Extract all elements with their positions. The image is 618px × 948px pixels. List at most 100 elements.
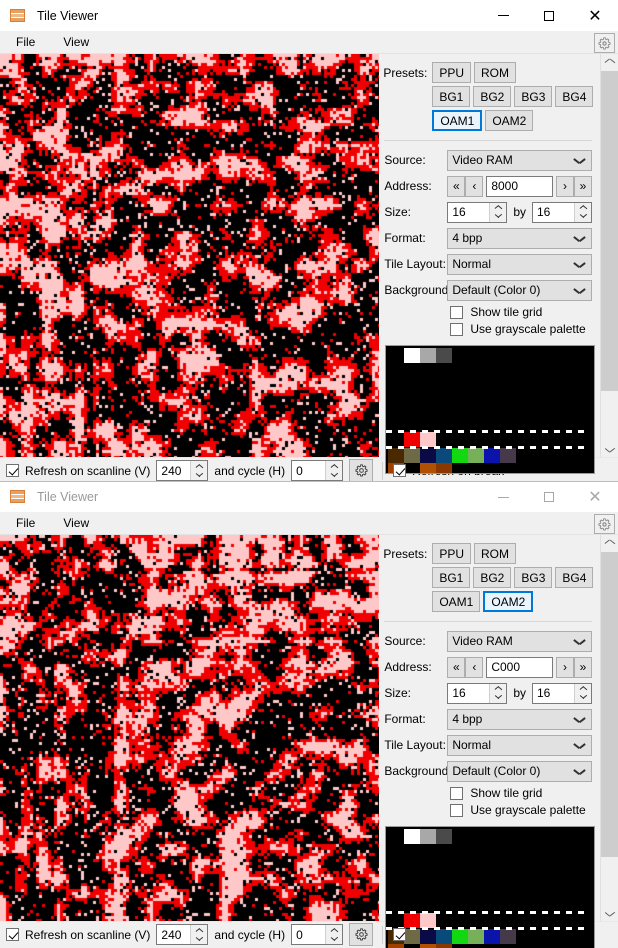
tile-layout-select[interactable]: Normal xyxy=(447,253,592,275)
address-next-button[interactable]: › xyxy=(556,175,574,197)
scroll-thumb[interactable] xyxy=(601,552,618,857)
grayscale-palette-checkbox[interactable] xyxy=(450,322,464,336)
palette-swatch[interactable] xyxy=(420,929,437,944)
show-tile-grid-checkbox[interactable] xyxy=(450,786,464,800)
tile-viewer-canvas[interactable] xyxy=(0,54,380,457)
palette-swatch[interactable] xyxy=(420,829,437,844)
palette-swatch[interactable] xyxy=(420,348,437,363)
palette-swatch[interactable] xyxy=(404,448,421,463)
palette-swatch[interactable] xyxy=(404,944,421,948)
minimize-button[interactable] xyxy=(480,0,526,31)
preset-button-bg4[interactable]: BG4 xyxy=(555,567,594,588)
title-bar[interactable]: Tile Viewer ✕ xyxy=(0,481,618,512)
maximize-button[interactable] xyxy=(526,482,572,512)
preset-button-bg1[interactable]: BG1 xyxy=(432,86,471,107)
preset-button-ppu[interactable]: PPU xyxy=(432,543,472,564)
size-width-spin[interactable] xyxy=(489,683,507,703)
grayscale-palette-checkbox[interactable] xyxy=(450,803,464,817)
maximize-button[interactable] xyxy=(526,0,572,31)
panel-scrollbar[interactable] xyxy=(600,535,618,921)
palette-swatch[interactable] xyxy=(388,448,405,463)
palette-swatch[interactable] xyxy=(420,944,437,948)
settings-button[interactable] xyxy=(594,514,615,534)
tile-grid-image[interactable] xyxy=(0,54,380,457)
grayscale-palette-row[interactable]: Use grayscale palette xyxy=(450,322,600,336)
refresh-scanline-checkbox[interactable] xyxy=(6,464,19,477)
palette-swatch[interactable] xyxy=(436,929,453,944)
close-button[interactable]: ✕ xyxy=(572,482,618,512)
address-first-button[interactable]: « xyxy=(447,175,466,197)
palette-swatch[interactable] xyxy=(404,913,421,928)
refresh-on-break-checkbox[interactable] xyxy=(393,464,407,477)
cycle-stepper[interactable]: 0 xyxy=(291,924,344,945)
size-height-stepper[interactable]: 16 xyxy=(532,682,592,704)
palette-swatch[interactable] xyxy=(452,929,469,944)
palette-swatch[interactable] xyxy=(404,463,421,473)
palette-swatch[interactable] xyxy=(420,448,437,463)
palette-swatch[interactable] xyxy=(436,348,453,363)
size-height-spin[interactable] xyxy=(574,202,591,222)
palette-swatch[interactable] xyxy=(484,929,501,944)
palette-swatch[interactable] xyxy=(420,463,437,473)
show-tile-grid-row[interactable]: Show tile grid xyxy=(450,305,600,319)
source-select[interactable]: Video RAM xyxy=(447,149,592,171)
palette-swatch[interactable] xyxy=(500,929,517,944)
palette-preview-2[interactable] xyxy=(385,826,595,948)
preset-button-bg3[interactable]: BG3 xyxy=(514,567,553,588)
preset-button-bg3[interactable]: BG3 xyxy=(514,86,553,107)
palette-swatch[interactable] xyxy=(500,448,517,463)
scroll-thumb[interactable] xyxy=(601,71,618,391)
refresh-scanline-checkbox[interactable] xyxy=(6,928,19,941)
show-tile-grid-checkbox[interactable] xyxy=(450,305,464,319)
refresh-button[interactable] xyxy=(349,923,374,946)
preset-button-oam2[interactable]: OAM2 xyxy=(483,591,534,612)
menu-item-view[interactable]: View xyxy=(51,33,101,51)
menu-item-file[interactable]: File xyxy=(4,514,47,532)
size-width-spin[interactable] xyxy=(489,202,507,222)
palette-swatch[interactable] xyxy=(388,913,405,928)
background-select[interactable]: Default (Color 0) xyxy=(447,760,592,782)
close-button[interactable]: ✕ xyxy=(572,0,618,31)
preset-button-oam2[interactable]: OAM2 xyxy=(485,110,534,131)
tile-layout-select[interactable]: Normal xyxy=(447,734,592,756)
palette-swatch[interactable] xyxy=(404,929,421,944)
size-width-stepper[interactable]: 16 xyxy=(447,682,508,704)
address-prev-button[interactable]: ‹ xyxy=(465,175,484,197)
palette-swatch[interactable] xyxy=(436,448,453,463)
scroll-up-button[interactable] xyxy=(601,54,618,71)
palette-swatch[interactable] xyxy=(436,829,453,844)
scanline-spin[interactable] xyxy=(190,461,208,480)
address-input[interactable]: 8000 xyxy=(486,175,553,197)
refresh-on-break-checkbox[interactable] xyxy=(393,928,407,941)
format-select[interactable]: 4 bpp xyxy=(447,227,592,249)
palette-swatch[interactable] xyxy=(436,463,453,473)
preset-button-bg2[interactable]: BG2 xyxy=(473,567,512,588)
size-height-spin[interactable] xyxy=(574,683,591,703)
preset-button-rom[interactable]: ROM xyxy=(474,543,517,564)
size-height-stepper[interactable]: 16 xyxy=(532,201,592,223)
title-bar[interactable]: Tile Viewer ✕ xyxy=(0,0,618,31)
source-select[interactable]: Video RAM xyxy=(447,630,592,652)
palette-swatch[interactable] xyxy=(420,913,437,928)
preset-button-bg1[interactable]: BG1 xyxy=(432,567,471,588)
menu-item-view[interactable]: View xyxy=(51,514,101,532)
palette-preview-1[interactable] xyxy=(385,345,595,474)
scroll-down-button[interactable] xyxy=(601,904,618,921)
size-width-stepper[interactable]: 16 xyxy=(447,201,508,223)
palette-swatch[interactable] xyxy=(420,432,437,447)
grayscale-palette-row[interactable]: Use grayscale palette xyxy=(450,803,600,817)
cycle-stepper[interactable]: 0 xyxy=(291,460,344,481)
preset-button-ppu[interactable]: PPU xyxy=(432,62,472,83)
scroll-up-button[interactable] xyxy=(601,535,618,552)
address-last-button[interactable]: » xyxy=(574,175,592,197)
tile-viewer-canvas[interactable] xyxy=(0,535,380,921)
address-prev-button[interactable]: ‹ xyxy=(465,656,484,678)
address-next-button[interactable]: › xyxy=(556,656,574,678)
cycle-spin[interactable] xyxy=(325,461,343,480)
address-last-button[interactable]: » xyxy=(574,656,592,678)
tile-grid-image[interactable] xyxy=(0,535,380,921)
palette-swatch[interactable] xyxy=(404,829,421,844)
background-select[interactable]: Default (Color 0) xyxy=(447,279,592,301)
scroll-down-button[interactable] xyxy=(601,440,618,457)
preset-button-bg4[interactable]: BG4 xyxy=(555,86,594,107)
